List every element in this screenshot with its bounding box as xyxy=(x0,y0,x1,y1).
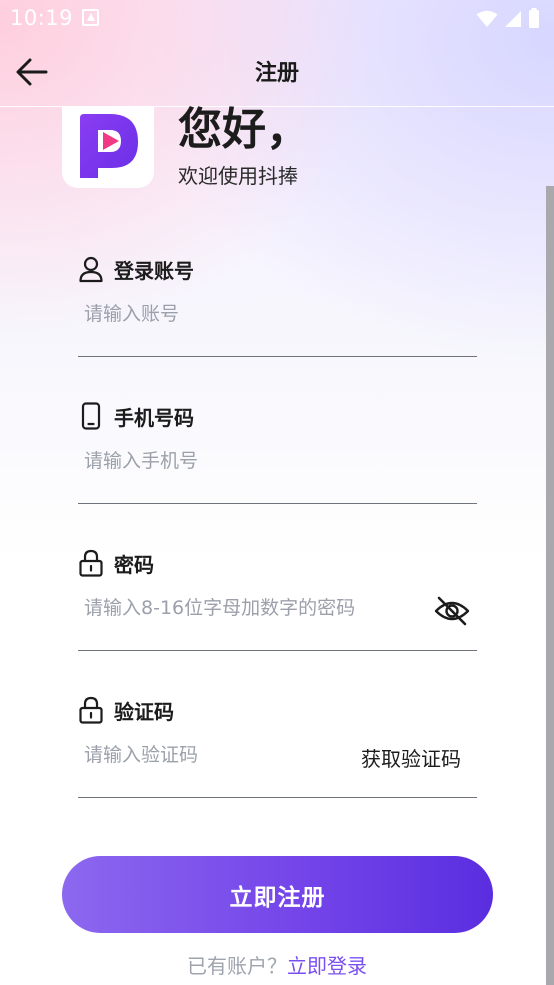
app-logo xyxy=(62,106,154,188)
password-label: 密码 xyxy=(114,552,154,577)
password-visibility-toggle[interactable] xyxy=(434,596,470,626)
phone-field: 手机号码 xyxy=(78,401,477,548)
code-field: 验证码 获取验证码 xyxy=(78,695,477,842)
battery-icon xyxy=(529,8,539,28)
phone-icon xyxy=(81,402,101,430)
get-code-button[interactable]: 获取验证码 xyxy=(361,743,461,772)
greeting-title: 您好， xyxy=(178,104,310,155)
register-button[interactable]: 立即注册 xyxy=(62,856,493,933)
lock-icon xyxy=(79,549,103,577)
code-label-row: 验证码 xyxy=(78,695,174,725)
greeting-subtitle: 欢迎使用抖捧 xyxy=(178,164,298,188)
wifi-icon xyxy=(476,10,498,27)
status-time: 10:19 xyxy=(10,6,74,30)
phone-underline xyxy=(78,503,477,504)
status-bar: 10:19 xyxy=(0,0,554,38)
login-link[interactable]: 立即登录 xyxy=(287,954,367,978)
phone-input[interactable] xyxy=(78,441,424,481)
notification-icon xyxy=(82,9,99,26)
signal-icon xyxy=(505,11,521,27)
password-underline xyxy=(78,650,477,651)
account-label: 登录账号 xyxy=(114,258,194,283)
user-icon xyxy=(79,256,103,283)
account-label-row: 登录账号 xyxy=(78,254,194,284)
scrollbar[interactable] xyxy=(546,186,554,985)
code-input[interactable] xyxy=(78,735,324,775)
password-field: 密码 xyxy=(78,548,477,695)
account-input[interactable] xyxy=(78,294,424,334)
app-bar: 注册 xyxy=(0,38,554,107)
app-logo-icon xyxy=(80,114,138,178)
status-icons xyxy=(476,8,540,28)
password-label-row: 密码 xyxy=(78,548,154,578)
phone-label-row: 手机号码 xyxy=(78,401,194,431)
eye-off-icon xyxy=(434,596,470,626)
code-underline xyxy=(78,797,477,798)
login-row: 已有账户？立即登录 xyxy=(0,950,554,979)
password-input[interactable] xyxy=(78,588,424,628)
account-field: 登录账号 xyxy=(78,254,477,401)
phone-label: 手机号码 xyxy=(114,405,194,430)
login-hint: 已有账户？ xyxy=(187,954,287,978)
lock-icon xyxy=(79,696,103,724)
page-title: 注册 xyxy=(254,61,299,86)
code-label: 验证码 xyxy=(114,699,174,724)
account-underline xyxy=(78,356,477,357)
